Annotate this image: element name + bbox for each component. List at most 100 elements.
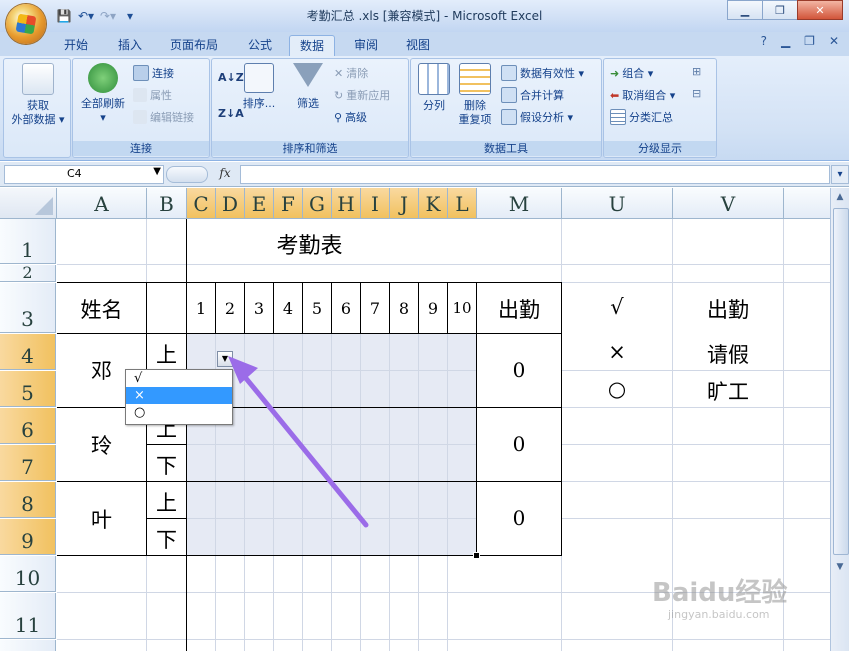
tab-data[interactable]: 数据: [289, 35, 336, 57]
properties-label: 属性: [150, 89, 172, 102]
formula-bar: C4 ▼ fx ▾: [0, 162, 849, 187]
refresh-all-button[interactable]: 全部刷新 ▾: [77, 63, 129, 125]
chevron-down-icon: ▾: [100, 111, 106, 124]
office-logo-icon: [15, 13, 37, 35]
sort-icon: [244, 63, 274, 93]
properties-icon: [133, 88, 147, 102]
refresh-all-label: 全部刷新: [81, 97, 125, 110]
group-label: 连接: [73, 141, 209, 156]
ribbon-restore-icon[interactable]: ❐: [804, 34, 815, 48]
sort-desc-icon[interactable]: Z↓A: [218, 107, 244, 120]
vertical-scrollbar[interactable]: ▲ ▼: [830, 188, 849, 651]
properties-button[interactable]: 属性: [133, 87, 172, 103]
remove-dup-label: 删除 重复项: [458, 99, 492, 126]
advanced-button[interactable]: ⚲ 高级: [334, 109, 367, 125]
validation-icon: [501, 65, 517, 81]
link-icon: [133, 110, 147, 124]
tab-review[interactable]: 审阅: [344, 35, 388, 56]
worksheet-grid[interactable]: A B C D E F G H I J K L M U V 1 2 3 4 5 …: [0, 188, 830, 651]
ribbon-right-controls: ? ▁ ❐ ✕: [761, 34, 839, 48]
group-label: 分级显示: [604, 141, 716, 156]
tab-page-layout[interactable]: 页面布局: [160, 35, 228, 56]
consolidate-icon: [501, 87, 517, 103]
advanced-filter-icon: ⚲: [334, 110, 343, 124]
show-detail-icon[interactable]: ⊞: [692, 65, 701, 78]
group-sort-filter: A↓Z Z↓A 排序... 筛选 ✕ 清除 ↻ 重新应用 ⚲ 高级 排序和筛选: [211, 58, 409, 158]
ribbon-close-icon[interactable]: ✕: [829, 34, 839, 48]
sort-asc-icon[interactable]: A↓Z: [218, 71, 244, 84]
connections-label: 连接: [152, 67, 174, 80]
data-validation-button[interactable]: 数据有效性 ▾: [501, 65, 584, 81]
clear-button[interactable]: ✕ 清除: [334, 65, 368, 81]
scroll-up-icon[interactable]: ▲: [833, 190, 847, 204]
tab-insert[interactable]: 插入: [108, 35, 152, 56]
tab-home[interactable]: 开始: [54, 35, 98, 56]
group-button[interactable]: ➜ 组合 ▾: [610, 65, 653, 81]
sort-button[interactable]: 排序...: [242, 63, 276, 111]
filter-button[interactable]: 筛选: [288, 63, 328, 111]
subtotal-icon: [610, 109, 626, 125]
watermark: Baidu经验: [652, 578, 788, 608]
scroll-down-icon[interactable]: ▼: [833, 560, 847, 574]
help-icon[interactable]: ?: [761, 34, 767, 48]
consolidate-button[interactable]: 合并计算: [501, 87, 564, 103]
ribbon: 获取 外部数据 ▾ 全部刷新 ▾ 连接 属性 编辑链接 连接 A↓Z Z↓A 排…: [0, 56, 849, 161]
group-label-text: 组合 ▾: [622, 67, 654, 80]
whatif-label: 假设分析 ▾: [520, 111, 574, 124]
get-external-data-label: 获取 外部数据 ▾: [11, 99, 65, 126]
connections-button[interactable]: 连接: [133, 65, 174, 81]
subtotal-label: 分类汇总: [629, 111, 673, 124]
group-connections: 全部刷新 ▾ 连接 属性 编辑链接 连接: [72, 58, 210, 158]
remove-duplicates-button[interactable]: 删除 重复项: [455, 63, 495, 127]
hide-detail-icon[interactable]: ⊟: [692, 87, 701, 100]
tab-view[interactable]: 视图: [396, 35, 440, 56]
advanced-label: 高级: [345, 111, 368, 124]
ribbon-minimize-icon[interactable]: ▁: [781, 34, 790, 48]
group-label: 数据工具: [411, 141, 601, 156]
sort-label: 排序...: [242, 97, 276, 110]
connection-icon: [133, 65, 149, 81]
office-button[interactable]: [6, 4, 46, 44]
clear-label: 清除: [346, 67, 369, 80]
group-external-data: 获取 外部数据 ▾: [3, 58, 71, 158]
scroll-thumb[interactable]: [833, 208, 849, 555]
group-label: 排序和筛选: [212, 141, 408, 156]
ribbon-tabs: 开始 插入 页面布局 公式 数据 审阅 视图: [0, 32, 849, 57]
refresh-icon: [88, 63, 118, 93]
clear-icon: ✕: [334, 66, 344, 80]
edit-links-button[interactable]: 编辑链接: [133, 109, 194, 125]
restore-icon[interactable]: ❐: [762, 0, 798, 20]
filter-icon: [293, 63, 323, 87]
database-icon: [22, 63, 54, 95]
group-outline: ➜ 组合 ▾ ⬅ 取消组合 ▾ 分类汇总 ⊞ ⊟ 分级显示: [603, 58, 717, 158]
watermark-url: jingyan.baidu.com: [668, 608, 770, 621]
insert-function-button[interactable]: fx: [212, 165, 238, 182]
ungroup-label: 取消组合 ▾: [622, 89, 676, 102]
name-box[interactable]: C4 ▼: [4, 165, 164, 184]
text-to-columns-icon: [418, 63, 450, 95]
formula-input[interactable]: [240, 165, 830, 184]
what-if-icon: [501, 109, 517, 125]
reapply-button[interactable]: ↻ 重新应用: [334, 87, 390, 103]
group-arrow-icon: ➜: [610, 66, 620, 80]
subtotal-button[interactable]: 分类汇总: [610, 109, 673, 125]
ungroup-button[interactable]: ⬅ 取消组合 ▾: [610, 87, 675, 103]
what-if-button[interactable]: 假设分析 ▾: [501, 109, 573, 125]
minimize-icon[interactable]: ▁: [727, 0, 763, 20]
remove-duplicates-icon: [459, 63, 491, 95]
reapply-icon: ↻: [334, 88, 344, 102]
split-label: 分列: [423, 99, 445, 112]
reapply-label: 重新应用: [346, 89, 391, 102]
get-external-data-button[interactable]: 获取 外部数据 ▾: [10, 63, 66, 127]
formula-bar-slider[interactable]: [166, 166, 208, 183]
tab-formulas[interactable]: 公式: [238, 35, 282, 56]
window-controls: ▁ ❐ ✕: [727, 0, 843, 20]
group-data-tools: 分列 删除 重复项 数据有效性 ▾ 合并计算 假设分析 ▾ 数据工具: [410, 58, 602, 158]
edit-links-label: 编辑链接: [150, 111, 194, 124]
validation-label: 数据有效性 ▾: [520, 67, 585, 80]
expand-formula-bar-icon[interactable]: ▾: [831, 165, 849, 184]
text-to-columns-button[interactable]: 分列: [417, 63, 451, 113]
chevron-down-icon[interactable]: ▼: [153, 166, 161, 177]
ungroup-arrow-icon: ⬅: [610, 88, 620, 102]
close-icon[interactable]: ✕: [797, 0, 843, 20]
